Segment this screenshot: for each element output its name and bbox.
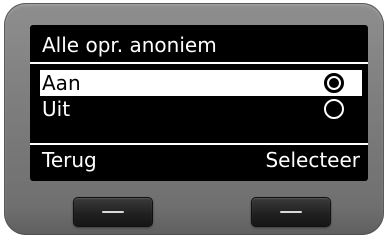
softkey-divider [30,143,368,145]
title-divider [30,62,368,64]
option-aan[interactable]: Aan [40,70,362,96]
softkey-select-label[interactable]: Selecteer [265,147,360,173]
right-softkey-button[interactable] [251,197,331,227]
dash-icon [102,211,124,213]
radio-checked-icon [324,73,344,93]
dash-icon [280,211,302,213]
display-screen: Alle opr. anoniem Aan Uit Terug Selectee… [30,25,368,181]
softkey-back-label[interactable]: Terug [42,147,97,173]
menu-title: Alle opr. anoniem [42,33,217,57]
option-label: Uit [42,97,71,121]
left-softkey-button[interactable] [73,197,153,227]
option-uit[interactable]: Uit [40,96,362,122]
phone-device: Alle opr. anoniem Aan Uit Terug Selectee… [4,3,384,235]
option-label: Aan [42,71,81,95]
radio-unchecked-icon [324,99,344,119]
